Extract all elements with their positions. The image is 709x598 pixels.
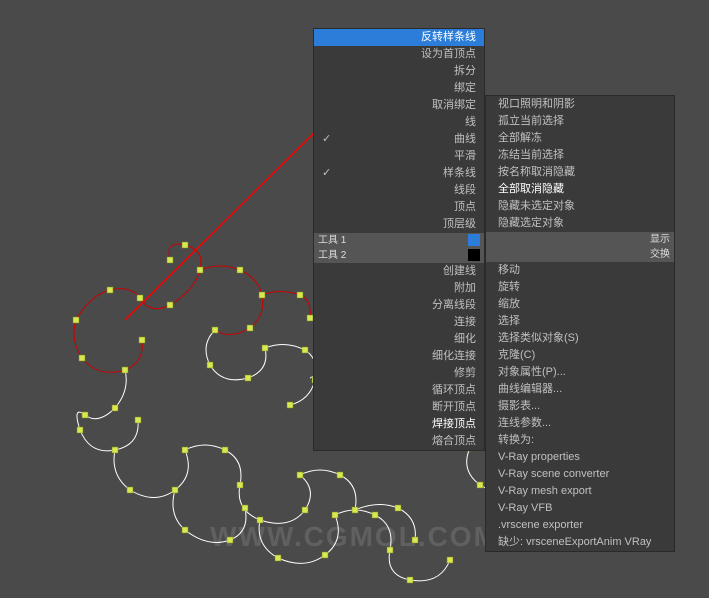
menu-bind[interactable]: 绑定 [314, 80, 484, 97]
tool-bar-1: 工具 1 [314, 233, 484, 248]
tool-bar-2: 工具 2 [314, 248, 484, 263]
menu-curve[interactable]: 曲线 [314, 131, 484, 148]
menu-set-first-vertex[interactable]: 设为首顶点 [314, 46, 484, 63]
menu-unfreeze-all[interactable]: 全部解冻 [486, 130, 674, 147]
menu-convert-to[interactable]: 转换为: [486, 432, 674, 449]
menu-wire-params[interactable]: 连线参数... [486, 415, 674, 432]
menu-select-similar[interactable]: 选择类似对象(S) [486, 330, 674, 347]
menu-object-properties[interactable]: 对象属性(P)... [486, 364, 674, 381]
menu-top-level[interactable]: 顶层级 [314, 216, 484, 233]
menu-vray-mesh-export[interactable]: V-Ray mesh export [486, 483, 674, 500]
menu-reverse-spline[interactable]: 反转样条线 [314, 29, 484, 46]
menu-line[interactable]: 线 [314, 114, 484, 131]
menu-loop-vertex[interactable]: 循环顶点 [314, 382, 484, 399]
menu-create-line[interactable]: 创建线 [314, 263, 484, 280]
menu-unhide-all[interactable]: 全部取消隐藏 [486, 181, 674, 198]
context-menu-left: 反转样条线 设为首顶点 拆分 绑定 取消绑定 线 曲线 平滑 样条线 线段 顶点… [313, 28, 485, 451]
menu-missing-vray[interactable]: 缺少: vrsceneExportAnim VRay [486, 534, 674, 551]
menu-freeze-selection[interactable]: 冻结当前选择 [486, 147, 674, 164]
swatch-blue-icon [468, 234, 480, 246]
menu-fuse-vertex[interactable]: 熔合顶点 [314, 433, 484, 450]
menu-vray-properties[interactable]: V-Ray properties [486, 449, 674, 466]
menu-curve-editor[interactable]: 曲线编辑器... [486, 381, 674, 398]
menu-connect[interactable]: 连接 [314, 314, 484, 331]
menu-rotate[interactable]: 旋转 [486, 279, 674, 296]
menu-trim[interactable]: 修剪 [314, 365, 484, 382]
menu-dope-sheet[interactable]: 摄影表... [486, 398, 674, 415]
tool-bar-render: 交换 [486, 247, 674, 262]
menu-smooth[interactable]: 平滑 [314, 148, 484, 165]
menu-attach[interactable]: 附加 [314, 280, 484, 297]
menu-vertex[interactable]: 顶点 [314, 199, 484, 216]
tool-bar-show: 显示 [486, 232, 674, 247]
viewport[interactable]: WWW.CGMOL.COM 反转样条线 设为首顶点 拆分 绑定 取消绑定 线 曲… [0, 0, 709, 598]
menu-scale[interactable]: 缩放 [486, 296, 674, 313]
menu-weld-vertex[interactable]: 焊接顶点 [314, 416, 484, 433]
menu-vray-scene-converter[interactable]: V-Ray scene converter [486, 466, 674, 483]
menu-hide-unselected[interactable]: 隐藏未选定对象 [486, 198, 674, 215]
menu-clone[interactable]: 克隆(C) [486, 347, 674, 364]
menu-split[interactable]: 拆分 [314, 63, 484, 80]
swatch-black-icon [468, 249, 480, 261]
menu-hide-selected[interactable]: 隐藏选定对象 [486, 215, 674, 232]
menu-refine[interactable]: 细化 [314, 331, 484, 348]
menu-refine-connect[interactable]: 细化连接 [314, 348, 484, 365]
menu-viewport-lighting[interactable]: 视口照明和阴影 [486, 96, 674, 113]
menu-detach-segment[interactable]: 分离线段 [314, 297, 484, 314]
menu-move[interactable]: 移动 [486, 262, 674, 279]
menu-vray-vfb[interactable]: V-Ray VFB [486, 500, 674, 517]
menu-vrscene-exporter[interactable]: .vrscene exporter [486, 517, 674, 534]
menu-segment[interactable]: 线段 [314, 182, 484, 199]
menu-break-vertex[interactable]: 断开顶点 [314, 399, 484, 416]
menu-unbind[interactable]: 取消绑定 [314, 97, 484, 114]
menu-isolate-selection[interactable]: 孤立当前选择 [486, 113, 674, 130]
menu-select[interactable]: 选择 [486, 313, 674, 330]
menu-unhide-by-name[interactable]: 按名称取消隐藏 [486, 164, 674, 181]
context-menu-right: 视口照明和阴影 孤立当前选择 全部解冻 冻结当前选择 按名称取消隐藏 全部取消隐… [485, 95, 675, 552]
menu-spline[interactable]: 样条线 [314, 165, 484, 182]
